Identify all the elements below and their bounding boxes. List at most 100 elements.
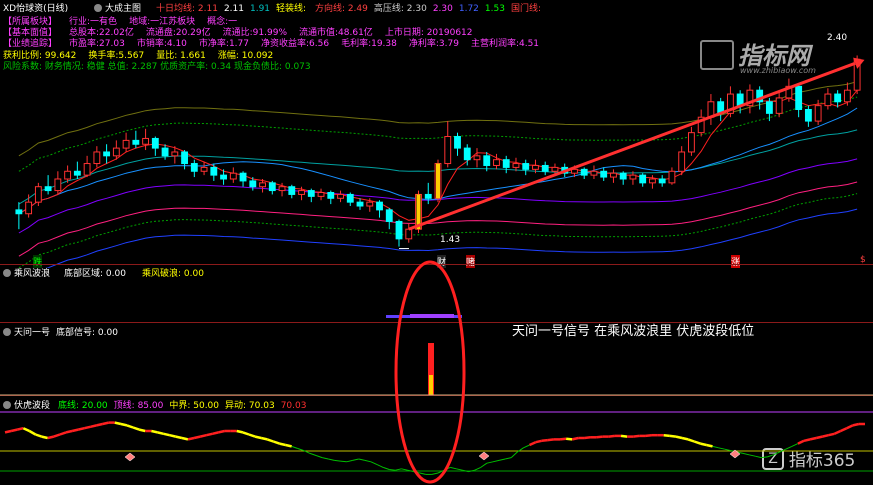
candle-body <box>551 166 559 172</box>
candle-body <box>843 89 851 103</box>
candle-body <box>210 166 218 176</box>
osc-segment <box>620 434 628 438</box>
indicator-value: 中界: 50.00 <box>169 401 220 411</box>
candle-body <box>346 193 354 203</box>
osc-segment <box>175 435 183 440</box>
wave-bar-core <box>410 314 454 318</box>
osc-segment <box>547 438 555 442</box>
candle-body <box>493 159 500 166</box>
osc-segment <box>584 436 591 440</box>
candle-body <box>181 151 188 165</box>
trend-arrow-line <box>408 61 856 231</box>
candle-body <box>122 139 130 149</box>
osc-segment <box>4 429 12 434</box>
osc-segment <box>565 437 573 441</box>
candle-body <box>454 136 461 149</box>
candle-body <box>268 182 276 192</box>
osc-segment <box>163 432 170 437</box>
candle-body <box>824 93 832 107</box>
candle-body <box>64 170 72 180</box>
indicator-value: 70.03 <box>280 401 307 411</box>
pane2-toggle-icon[interactable] <box>3 269 11 277</box>
osc-segment <box>401 468 408 471</box>
osc-segment <box>169 433 177 438</box>
candle-body <box>658 178 666 184</box>
osc-segment <box>833 429 842 435</box>
osc-segment <box>681 436 689 441</box>
candle-body <box>688 132 695 153</box>
osc-segment <box>279 442 286 447</box>
osc-segment <box>285 443 292 448</box>
osc-segment <box>559 437 567 441</box>
candle-body <box>834 93 842 103</box>
candle-body <box>93 151 101 165</box>
osc-segment <box>498 458 506 461</box>
osc-segment <box>486 461 494 464</box>
osc-segment <box>334 459 341 462</box>
osc-segment <box>84 425 91 430</box>
pane4-title[interactable]: 伏虎波段 <box>3 398 50 411</box>
candle-body <box>307 190 315 197</box>
candle-body <box>424 193 432 199</box>
osc-segment <box>376 464 384 468</box>
pane3-toggle-icon[interactable] <box>3 328 11 336</box>
candle-body <box>765 101 773 114</box>
pane4-toggle-icon[interactable] <box>3 401 11 409</box>
pane3-field1: 底部信号: 0.00 <box>56 328 118 338</box>
candle-body <box>639 174 647 184</box>
diamond-marker <box>729 449 741 459</box>
osc-segment <box>675 435 683 440</box>
annotation-text: 天问一号信号 在乘风波浪里 伏虎波段低位 <box>512 324 755 339</box>
candle-body <box>44 186 52 192</box>
candle-body <box>502 159 510 168</box>
indicator-value: 底线: 20.00 <box>58 401 108 411</box>
osc-segment <box>260 436 268 441</box>
osc-segment <box>71 428 79 433</box>
candle-body <box>385 209 393 222</box>
candle-body <box>220 174 227 180</box>
price-chart[interactable] <box>0 0 873 268</box>
osc-segment <box>730 450 738 453</box>
pane-separator[interactable] <box>0 395 873 396</box>
candle-body <box>171 151 179 157</box>
candle-body <box>239 172 247 182</box>
candle-body <box>25 201 33 215</box>
candle-body <box>775 97 783 114</box>
osc-segment <box>340 460 347 463</box>
candle-body <box>356 201 364 207</box>
diamond-marker <box>124 452 136 462</box>
osc-segment <box>443 466 451 471</box>
pane4-values: 底线: 20.00 顶线: 85.00 中界: 50.00 异动: 70.03 70.0… <box>58 398 312 411</box>
pane3-title[interactable]: 天问一号 <box>3 325 50 338</box>
diamond-marker <box>478 451 490 461</box>
osc-segment <box>852 422 860 427</box>
candle-body <box>73 170 81 176</box>
osc-segment <box>468 469 475 473</box>
osc-segment <box>358 458 365 461</box>
logo-icon: Z <box>762 447 784 470</box>
candle-body <box>483 155 491 166</box>
osc-segment <box>693 440 701 445</box>
pane2-title[interactable]: 乘风波浪 <box>3 266 50 279</box>
candle-body <box>34 186 42 203</box>
candle-body <box>278 186 286 192</box>
osc-segment <box>431 472 439 475</box>
osc-segment <box>53 433 61 438</box>
candle-body <box>54 178 62 192</box>
candle-body <box>161 147 169 157</box>
osc-segment <box>272 440 280 445</box>
osc-segment <box>803 438 811 443</box>
osc-segment <box>10 428 18 433</box>
osc-segment <box>90 424 97 429</box>
candle-body <box>444 136 452 165</box>
osc-segment <box>120 422 128 427</box>
osc-segment <box>474 466 481 471</box>
candle-body <box>629 174 637 180</box>
osc-segment <box>151 429 158 434</box>
osc-segment <box>846 424 854 430</box>
highlight-ellipse <box>394 260 466 484</box>
candle-body <box>405 228 413 240</box>
osc-segment <box>364 459 372 463</box>
osc-segment <box>541 438 548 443</box>
candle-body <box>619 172 627 180</box>
